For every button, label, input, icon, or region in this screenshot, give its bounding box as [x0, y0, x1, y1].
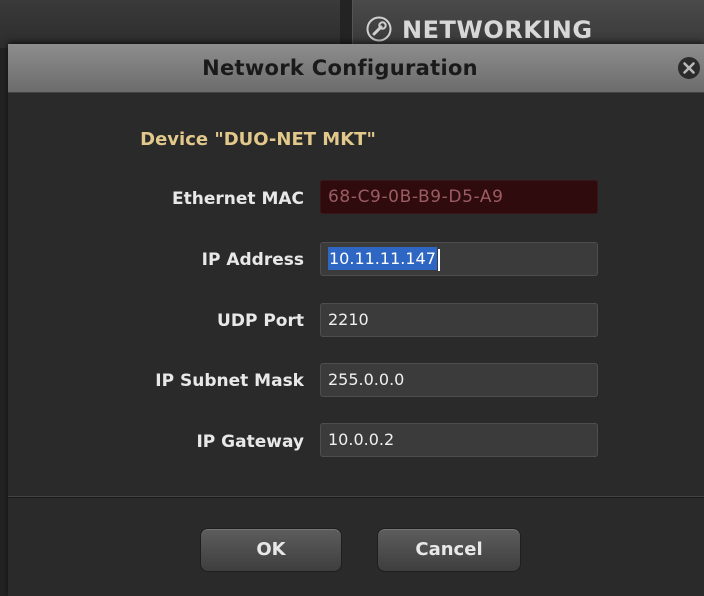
ip-address-label: IP Address [201, 250, 304, 270]
dialog-title: Network Configuration [202, 56, 478, 80]
text-caret [437, 248, 440, 271]
dialog-divider-shadow [8, 497, 704, 498]
ip-gateway-label: IP Gateway [196, 432, 304, 452]
udp-port-value: 2210 [328, 310, 369, 329]
ip-address-selected-text: 10.11.11.147 [328, 247, 437, 270]
ip-subnet-mask-label: IP Subnet Mask [155, 371, 304, 391]
ok-button[interactable]: OK [200, 528, 342, 572]
network-config-dialog: Network Configuration Device "DUO-NET MK… [8, 44, 704, 596]
ip-subnet-mask-input[interactable]: 255.0.0.0 [320, 363, 598, 397]
cancel-button[interactable]: Cancel [377, 528, 521, 572]
ethernet-mac-value: 68-C9-0B-B9-D5-A9 [328, 187, 504, 207]
wrench-icon [366, 16, 392, 42]
device-name-label: Device "DUO-NET MKT" [140, 129, 376, 150]
ethernet-mac-label: Ethernet MAC [172, 189, 304, 209]
udp-port-label: UDP Port [217, 311, 304, 331]
dialog-titlebar[interactable]: Network Configuration [8, 44, 704, 93]
ip-address-input[interactable]: 10.11.11.147 [320, 242, 598, 276]
ip-subnet-mask-value: 255.0.0.0 [328, 370, 405, 389]
background-toolbar [0, 0, 340, 48]
ip-gateway-input[interactable]: 10.0.0.2 [320, 423, 598, 457]
tab-networking-label: NETWORKING [402, 16, 593, 44]
ip-gateway-value: 10.0.0.2 [328, 430, 395, 449]
close-icon[interactable] [677, 56, 701, 80]
ethernet-mac-field: 68-C9-0B-B9-D5-A9 [320, 180, 598, 214]
udp-port-input[interactable]: 2210 [320, 303, 598, 337]
